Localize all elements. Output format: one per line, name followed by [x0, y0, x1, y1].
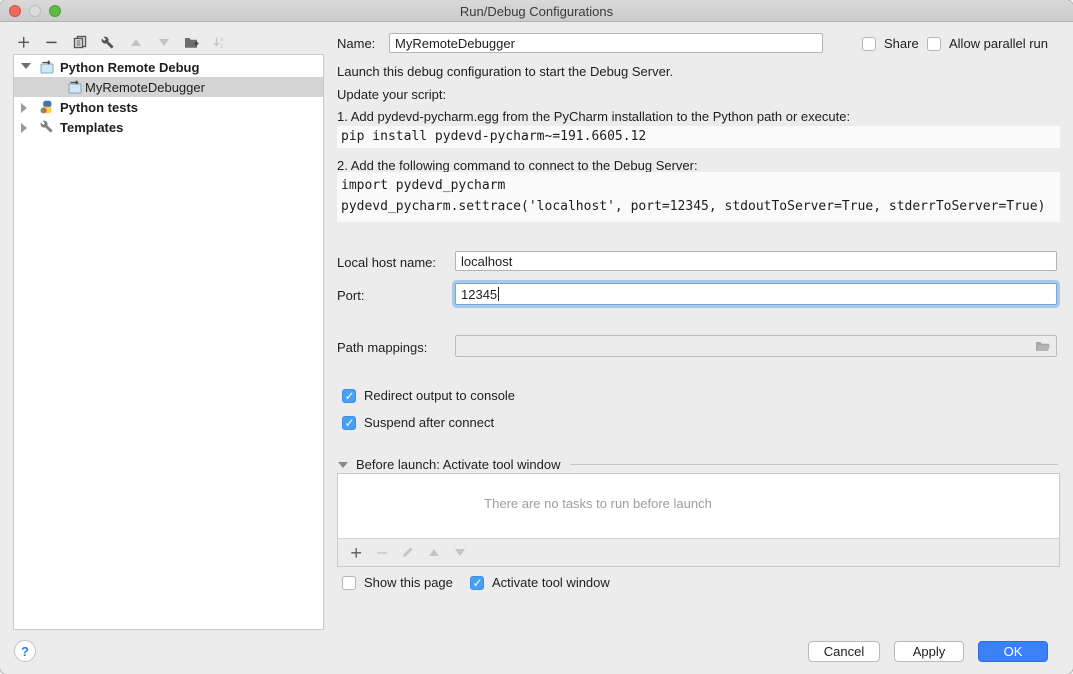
remote-debug-icon — [40, 60, 54, 74]
tree-item-templates[interactable]: Templates — [14, 117, 323, 137]
move-up-icon — [128, 35, 143, 50]
activate-tool-window-checkbox[interactable] — [470, 576, 484, 590]
remove-task-icon — [374, 545, 389, 560]
tree-item-python-remote-debug[interactable]: Python Remote Debug — [14, 57, 323, 77]
text-caret — [498, 287, 499, 301]
window-title: Run/Debug Configurations — [0, 4, 1073, 19]
python-tests-icon — [40, 100, 54, 114]
sort-alphabetically-icon: az — [212, 35, 227, 50]
tree-item-label: Python Remote Debug — [60, 60, 199, 75]
remote-debug-icon — [68, 80, 82, 94]
local-host-name-label: Local host name: — [337, 255, 436, 270]
port-input[interactable]: 12345 — [455, 283, 1057, 305]
local-host-name-input[interactable] — [455, 251, 1057, 271]
run-debug-configurations-dialog: Run/Debug Configurations az — [0, 0, 1073, 674]
share-label: Share — [884, 36, 919, 51]
before-launch-title: Before launch: Activate tool window — [356, 457, 561, 472]
port-value: 12345 — [461, 287, 497, 302]
suspend-after-connect-row: Suspend after connect — [342, 415, 494, 430]
step1-text: 1. Add pydevd-pycharm.egg from the PyCha… — [337, 109, 850, 124]
collapse-icon[interactable] — [338, 462, 348, 468]
tree-item-label: Templates — [60, 120, 123, 135]
copy-icon[interactable] — [72, 35, 87, 50]
path-mappings-field[interactable] — [455, 335, 1057, 357]
tree-item-label: Python tests — [60, 100, 138, 115]
allow-parallel-run-checkbox[interactable] — [927, 37, 941, 51]
suspend-after-connect-label: Suspend after connect — [364, 415, 494, 430]
port-label: Port: — [337, 288, 364, 303]
task-move-up-icon — [426, 545, 441, 560]
apply-button[interactable]: Apply — [894, 641, 964, 662]
update-script-text: Update your script: — [337, 87, 446, 102]
browse-folder-icon[interactable] — [1035, 340, 1051, 353]
help-question-icon: ? — [21, 644, 29, 659]
settrace-code-line2: pydevd_pycharm.settrace('localhost', por… — [341, 196, 1060, 217]
activate-tool-window-label: Activate tool window — [492, 575, 610, 590]
cancel-button[interactable]: Cancel — [808, 641, 880, 662]
svg-text:z: z — [220, 44, 223, 49]
tree-item-python-tests[interactable]: Python tests — [14, 97, 323, 117]
name-label: Name: — [337, 36, 375, 51]
tree-item-label: MyRemoteDebugger — [85, 80, 205, 95]
new-folder-icon[interactable] — [184, 35, 199, 50]
show-this-page-row: Show this page — [342, 575, 453, 590]
settrace-code-line1: import pydevd_pycharm — [341, 175, 1060, 196]
configurations-toolbar: az — [16, 30, 227, 54]
divider — [570, 464, 1058, 465]
ok-button[interactable]: OK — [978, 641, 1048, 662]
pip-install-code: pip install pydevd-pycharm~=191.6605.12 — [337, 126, 1060, 148]
edit-templates-wrench-icon[interactable] — [100, 35, 115, 50]
before-launch-header[interactable]: Before launch: Activate tool window — [338, 457, 1058, 472]
add-icon[interactable] — [16, 35, 31, 50]
redirect-output-row: Redirect output to console — [342, 388, 515, 403]
wrench-icon — [40, 120, 54, 134]
show-this-page-label: Show this page — [364, 575, 453, 590]
move-down-icon — [156, 35, 171, 50]
allow-parallel-run-checkbox-row: Allow parallel run — [927, 36, 1048, 51]
add-task-icon[interactable] — [348, 545, 363, 560]
redirect-output-checkbox[interactable] — [342, 389, 356, 403]
task-list-toolbar — [338, 538, 1059, 566]
redirect-output-label: Redirect output to console — [364, 388, 515, 403]
share-checkbox[interactable] — [862, 37, 876, 51]
remove-icon[interactable] — [44, 35, 59, 50]
chevron-down-icon[interactable] — [21, 63, 31, 69]
share-checkbox-row: Share — [862, 36, 919, 51]
intro-text: Launch this debug configuration to start… — [337, 64, 673, 79]
show-this-page-checkbox[interactable] — [342, 576, 356, 590]
activate-tool-window-row: Activate tool window — [470, 575, 610, 590]
tree-item-myremotedebugger[interactable]: MyRemoteDebugger — [14, 77, 323, 97]
title-bar: Run/Debug Configurations — [0, 0, 1073, 22]
suspend-after-connect-checkbox[interactable] — [342, 416, 356, 430]
allow-parallel-run-label: Allow parallel run — [949, 36, 1048, 51]
task-move-down-icon — [452, 545, 467, 560]
settrace-code: import pydevd_pycharm pydevd_pycharm.set… — [337, 172, 1060, 222]
edit-task-pencil-icon — [400, 545, 415, 560]
before-launch-task-list: There are no tasks to run before launch — [337, 473, 1060, 567]
configurations-tree: Python Remote Debug MyRemoteDebugger Pyt… — [13, 54, 324, 630]
help-button[interactable]: ? — [14, 640, 36, 662]
path-mappings-label: Path mappings: — [337, 340, 427, 355]
svg-text:a: a — [220, 37, 224, 43]
chevron-right-icon[interactable] — [21, 103, 27, 113]
empty-task-list-text: There are no tasks to run before launch — [338, 496, 858, 511]
chevron-right-icon[interactable] — [21, 123, 27, 133]
name-input[interactable] — [389, 33, 823, 53]
step2-text: 2. Add the following command to connect … — [337, 158, 698, 173]
